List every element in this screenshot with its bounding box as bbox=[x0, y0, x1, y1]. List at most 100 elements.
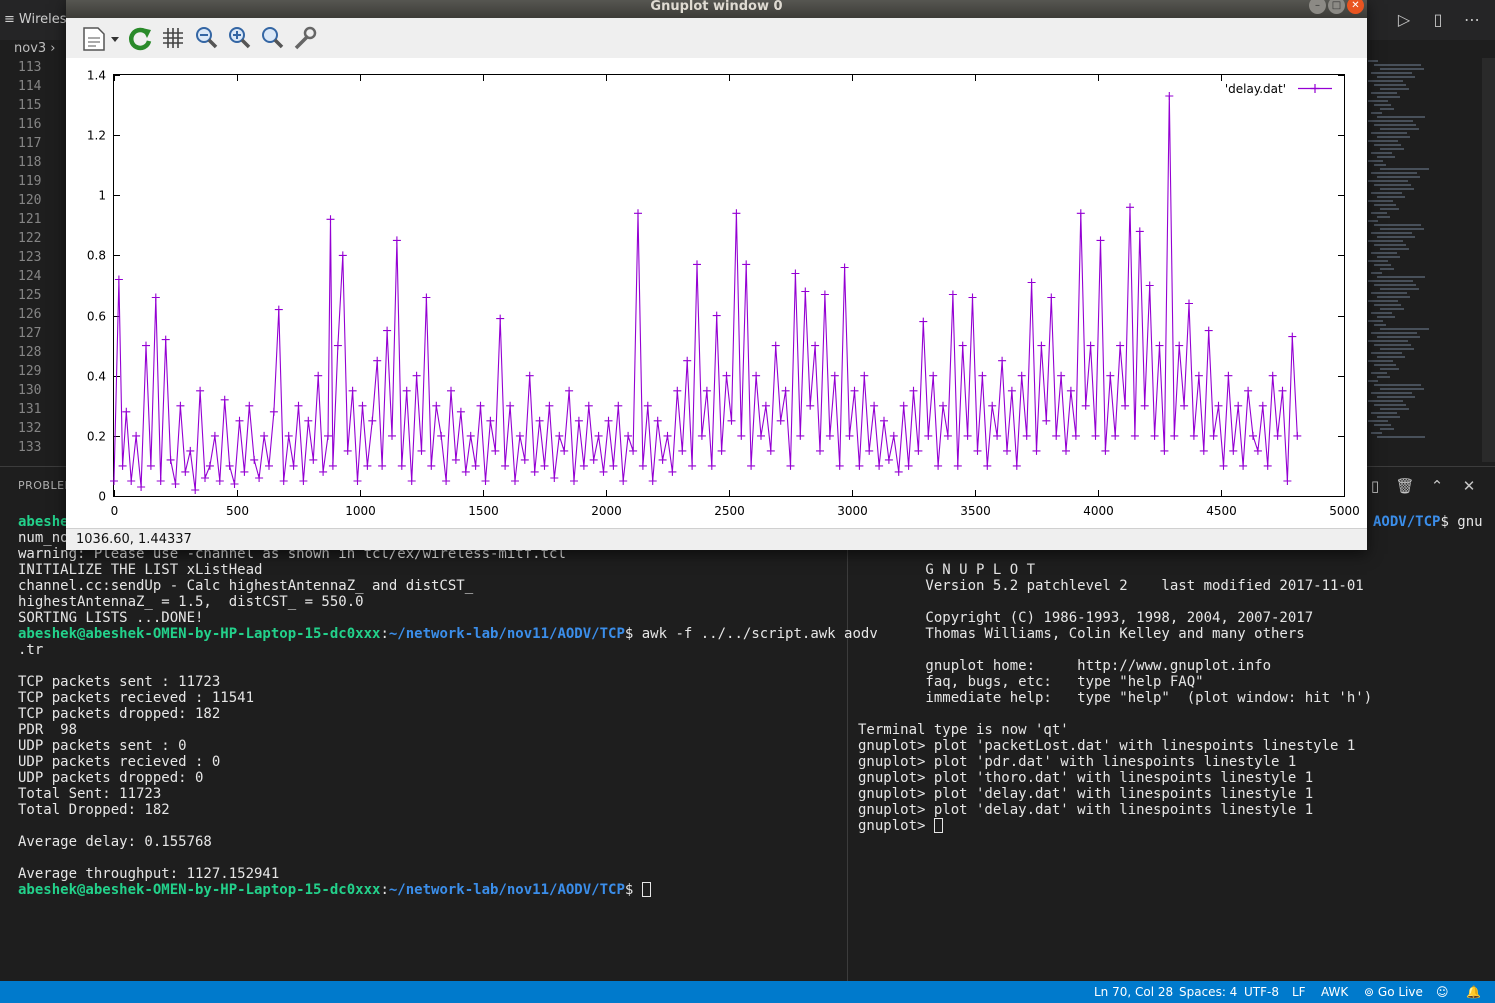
feedback-icon[interactable]: ☺ bbox=[1436, 981, 1449, 1003]
minimap-line bbox=[1371, 412, 1397, 414]
minimap-line bbox=[1371, 252, 1397, 254]
delay-chart[interactable]: 0 0.2 0.4 0.6 0.8 1 1.2 1.4 0 500 1000 1500 2000 250… bbox=[66, 58, 1367, 528]
line-number: 114 bbox=[18, 79, 42, 94]
breadcrumb[interactable]: nov3 › bbox=[0, 40, 66, 58]
run-icon[interactable]: ▷ bbox=[1392, 8, 1416, 32]
data-point bbox=[515, 431, 524, 440]
data-point bbox=[461, 467, 470, 476]
menu-icon: ≡ bbox=[4, 12, 15, 27]
line-ending[interactable]: LF bbox=[1292, 981, 1306, 1003]
data-point bbox=[481, 477, 490, 485]
terminal-left[interactable]: abeshek num_no warning: Please use -channe… bbox=[18, 514, 878, 898]
data-point bbox=[673, 386, 682, 395]
data-point bbox=[338, 251, 347, 260]
x-tick-label: 3500 bbox=[960, 504, 991, 518]
data-point bbox=[1007, 386, 1016, 395]
data-point bbox=[1047, 293, 1056, 302]
split-terminal-icon[interactable]: ▯ bbox=[1364, 475, 1386, 497]
data-point bbox=[1012, 461, 1021, 470]
minimap-line bbox=[1368, 260, 1388, 262]
language-mode[interactable]: AWK bbox=[1321, 981, 1348, 1003]
editor-tab[interactable]: ≡Wireless bbox=[0, 6, 66, 34]
terminal-line: gnuplot> plot 'delay.dat' with linespoin… bbox=[858, 802, 1372, 818]
data-point bbox=[663, 431, 672, 440]
terminal-line: UDP packets recieved : 0 bbox=[18, 754, 878, 770]
minimap-line bbox=[1380, 148, 1404, 150]
minimap[interactable] bbox=[1368, 58, 1482, 462]
go-live-button[interactable]: ⊚ Go Live bbox=[1364, 981, 1423, 1003]
data-point bbox=[142, 341, 150, 350]
terminal-line: Total Sent: 11723 bbox=[18, 786, 878, 802]
terminal-text: gnuplot> plot 'pdr.dat' with linespoints… bbox=[858, 754, 1297, 770]
replot-icon[interactable] bbox=[126, 24, 154, 52]
data-point bbox=[550, 474, 559, 482]
data-point bbox=[127, 477, 136, 485]
split-editor-icon[interactable]: ▯ bbox=[1426, 8, 1450, 32]
data-point bbox=[151, 293, 160, 302]
bell-icon[interactable]: 🔔 bbox=[1466, 981, 1481, 1003]
grid-icon[interactable] bbox=[159, 24, 187, 52]
data-point bbox=[402, 386, 411, 395]
terminal-right[interactable]: G N U P L O T Version 5.2 patchlevel 2 l… bbox=[858, 546, 1372, 834]
data-point bbox=[260, 431, 269, 440]
minimap-line bbox=[1368, 300, 1398, 302]
zoom-reset-icon[interactable] bbox=[258, 24, 286, 52]
window-titlebar[interactable]: Gnuplot window 0 – □ ✕ bbox=[66, 0, 1367, 18]
more-actions-icon[interactable]: ⋯ bbox=[1460, 8, 1484, 32]
line-number: 113 bbox=[18, 60, 42, 75]
data-point bbox=[884, 455, 893, 464]
minimap-line bbox=[1380, 288, 1419, 290]
trash-icon[interactable]: 🗑 bbox=[1394, 475, 1416, 497]
cursor-position[interactable]: Ln 70, Col 28 bbox=[1094, 981, 1173, 1003]
minimap-line bbox=[1377, 336, 1420, 338]
data-point bbox=[1135, 227, 1144, 236]
minimap-line bbox=[1380, 168, 1429, 170]
terminal-text: gnuplot> bbox=[858, 818, 934, 834]
data-point bbox=[210, 431, 219, 440]
minimap-line bbox=[1368, 360, 1393, 362]
data-point bbox=[358, 401, 367, 410]
plot-canvas[interactable]: 0 0.2 0.4 0.6 0.8 1 1.2 1.4 0 500 1000 1500 2000 250… bbox=[66, 58, 1367, 528]
data-point bbox=[230, 480, 239, 488]
prompt-path: ~/network-lab/nov11/AODV/TCP bbox=[388, 626, 625, 642]
zoom-in-icon[interactable] bbox=[225, 24, 253, 52]
data-point bbox=[274, 305, 283, 314]
zoom-out-icon[interactable] bbox=[192, 24, 220, 52]
minimap-line bbox=[1377, 276, 1425, 278]
close-icon[interactable]: ✕ bbox=[1458, 475, 1480, 497]
minimap-line bbox=[1368, 160, 1383, 162]
indentation[interactable]: Spaces: 4 bbox=[1179, 981, 1237, 1003]
data-point bbox=[939, 401, 947, 410]
minimap-line bbox=[1380, 388, 1424, 390]
data-point bbox=[1116, 341, 1125, 350]
data-point bbox=[255, 474, 264, 482]
editor-scrollbar[interactable] bbox=[1482, 58, 1495, 462]
data-point bbox=[683, 356, 692, 365]
data-point bbox=[392, 236, 401, 245]
data-point bbox=[525, 371, 534, 380]
data-point bbox=[324, 431, 332, 440]
chevron-up-icon[interactable]: ⌃ bbox=[1426, 475, 1448, 497]
data-point bbox=[353, 477, 362, 485]
data-point bbox=[201, 474, 209, 482]
data-point bbox=[806, 401, 815, 410]
settings-wrench-icon[interactable] bbox=[291, 24, 319, 52]
data-point bbox=[796, 431, 805, 440]
export-icon[interactable] bbox=[80, 24, 120, 52]
data-point bbox=[870, 401, 879, 410]
minimap-line bbox=[1368, 200, 1393, 202]
minimap-line bbox=[1380, 428, 1394, 430]
terminal-line: gnuplot home: http://www.gnuplot.info bbox=[858, 658, 1372, 674]
minimap-line bbox=[1371, 352, 1402, 354]
data-point bbox=[845, 431, 854, 440]
data-point bbox=[855, 461, 864, 470]
data-point bbox=[732, 209, 741, 218]
data-point bbox=[1086, 341, 1095, 350]
terminal-line: INITIALIZE THE LIST xListHead bbox=[18, 562, 878, 578]
x-tick-label: 3000 bbox=[837, 504, 868, 518]
encoding[interactable]: UTF-8 bbox=[1244, 981, 1279, 1003]
y-tick-label: 1.2 bbox=[87, 129, 106, 143]
minimap-line bbox=[1380, 128, 1419, 130]
terminal-text: Total Dropped: 182 bbox=[18, 802, 170, 818]
